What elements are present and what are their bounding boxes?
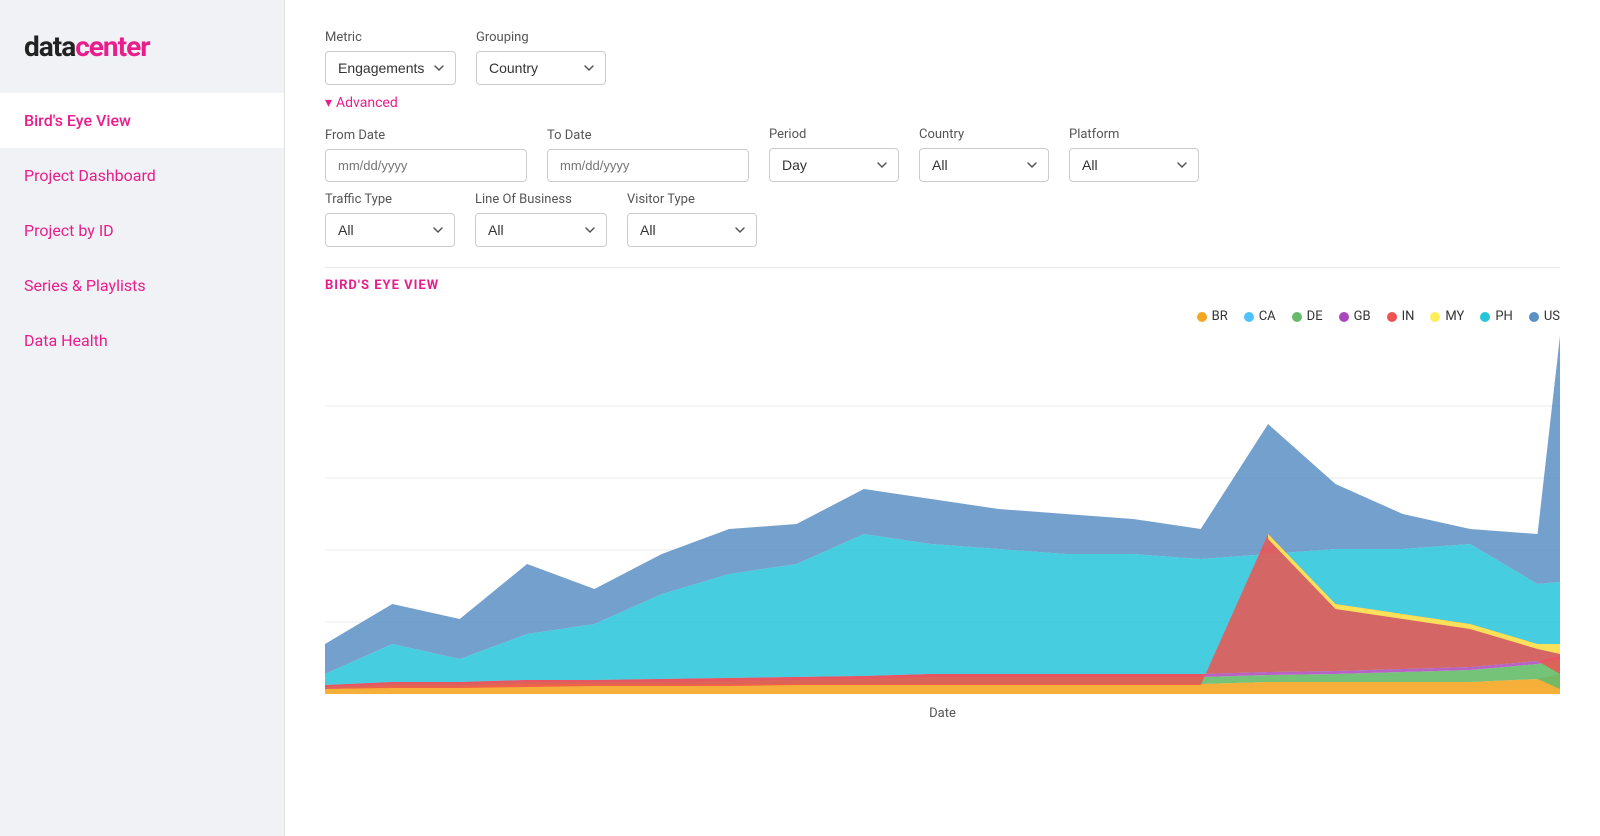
- legend-item-MY: MY: [1430, 309, 1464, 324]
- platform-select[interactable]: All Web Mobile: [1069, 148, 1199, 182]
- legend-dot-CA: [1244, 312, 1254, 322]
- from-date-input[interactable]: [325, 149, 527, 182]
- line-of-business-select[interactable]: All Entertainment News: [475, 213, 607, 247]
- advanced-filter-row-2: Traffic Type All Direct Organic Line Of …: [325, 192, 1560, 247]
- platform-group: Platform All Web Mobile: [1069, 127, 1199, 182]
- legend-label-BR: BR: [1212, 309, 1228, 324]
- visitor-type-select[interactable]: All New Returning: [627, 213, 757, 247]
- legend-item-BR: BR: [1197, 309, 1228, 324]
- legend-dot-IN: [1387, 312, 1397, 322]
- sidebar: datacenter Bird's Eye View Project Dashb…: [0, 0, 285, 836]
- legend-dot-BR: [1197, 312, 1207, 322]
- legend-label-IN: IN: [1402, 309, 1415, 324]
- legend-label-DE: DE: [1307, 309, 1323, 324]
- chart-title: BIRD'S EYE VIEW: [325, 278, 1560, 293]
- legend-dot-MY: [1430, 312, 1440, 322]
- country-label: Country: [919, 127, 1049, 142]
- legend-item-PH: PH: [1480, 309, 1512, 324]
- traffic-type-select[interactable]: All Direct Organic: [325, 213, 455, 247]
- legend-item-US: US: [1529, 309, 1560, 324]
- chevron-down-icon: ▾: [325, 95, 332, 111]
- advanced-label: Advanced: [336, 95, 398, 111]
- traffic-type-label: Traffic Type: [325, 192, 455, 207]
- traffic-type-group: Traffic Type All Direct Organic: [325, 192, 455, 247]
- to-date-group: To Date: [547, 128, 749, 182]
- platform-label: Platform: [1069, 127, 1199, 142]
- country-select[interactable]: All US IN: [919, 148, 1049, 182]
- legend-label-PH: PH: [1495, 309, 1512, 324]
- to-date-input[interactable]: [547, 149, 749, 182]
- to-date-label: To Date: [547, 128, 749, 143]
- grouping-label: Grouping: [476, 30, 606, 45]
- sidebar-item-data-health[interactable]: Data Health: [0, 313, 284, 368]
- legend-item-IN: IN: [1387, 309, 1415, 324]
- metric-label: Metric: [325, 30, 456, 45]
- period-label: Period: [769, 127, 899, 142]
- metric-select[interactable]: Engagements Views Clicks: [325, 51, 456, 85]
- chart-area: [325, 334, 1560, 698]
- logo: datacenter: [0, 20, 284, 93]
- grouping-filter-group: Grouping Country Platform Traffic Type: [476, 30, 606, 85]
- sidebar-item-birds-eye-view[interactable]: Bird's Eye View: [0, 93, 284, 148]
- visitor-type-label: Visitor Type: [627, 192, 757, 207]
- chart-legend: BR CA DE GB IN MY PH US: [325, 309, 1560, 324]
- top-filter-row: Metric Engagements Views Clicks Grouping…: [325, 30, 1560, 85]
- legend-dot-PH: [1480, 312, 1490, 322]
- legend-label-CA: CA: [1259, 309, 1276, 324]
- line-of-business-group: Line Of Business All Entertainment News: [475, 192, 607, 247]
- advanced-filter-row: From Date To Date Period Day Week Month …: [325, 127, 1560, 182]
- legend-item-DE: DE: [1292, 309, 1323, 324]
- grouping-select[interactable]: Country Platform Traffic Type: [476, 51, 606, 85]
- legend-dot-DE: [1292, 312, 1302, 322]
- legend-label-MY: MY: [1445, 309, 1464, 324]
- date-axis-label: Date: [325, 706, 1560, 721]
- period-select[interactable]: Day Week Month: [769, 148, 899, 182]
- advanced-toggle[interactable]: ▾ Advanced: [325, 95, 1560, 111]
- main-content: Metric Engagements Views Clicks Grouping…: [285, 0, 1600, 836]
- visitor-type-group: Visitor Type All New Returning: [627, 192, 757, 247]
- sidebar-item-project-dashboard[interactable]: Project Dashboard: [0, 148, 284, 203]
- sidebar-item-series-playlists[interactable]: Series & Playlists: [0, 258, 284, 313]
- legend-item-CA: CA: [1244, 309, 1276, 324]
- legend-dot-US: [1529, 312, 1539, 322]
- period-group: Period Day Week Month: [769, 127, 899, 182]
- logo-center: center: [75, 30, 149, 63]
- line-of-business-label: Line Of Business: [475, 192, 607, 207]
- legend-label-US: US: [1544, 309, 1560, 324]
- legend-item-GB: GB: [1339, 309, 1371, 324]
- from-date-label: From Date: [325, 128, 527, 143]
- country-group: Country All US IN: [919, 127, 1049, 182]
- chart-svg: [325, 334, 1560, 694]
- legend-label-GB: GB: [1354, 309, 1371, 324]
- sidebar-item-project-by-id[interactable]: Project by ID: [0, 203, 284, 258]
- legend-dot-GB: [1339, 312, 1349, 322]
- logo-data: data: [24, 30, 75, 63]
- metric-filter-group: Metric Engagements Views Clicks: [325, 30, 456, 85]
- from-date-group: From Date: [325, 128, 527, 182]
